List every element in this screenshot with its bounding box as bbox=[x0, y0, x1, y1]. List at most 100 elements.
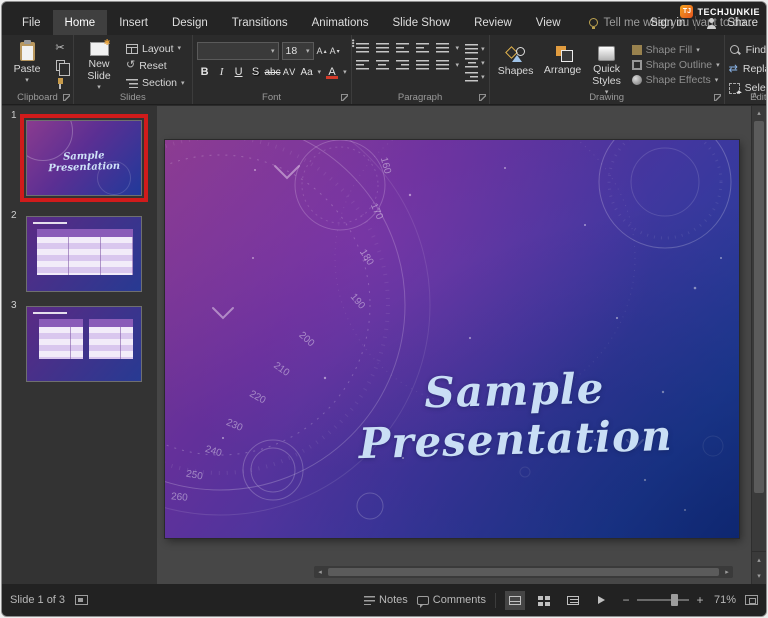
slide-thumbnail-3[interactable] bbox=[26, 306, 142, 382]
normal-view-button[interactable] bbox=[504, 590, 525, 610]
bold-button[interactable]: B bbox=[199, 64, 211, 80]
vertical-scrollbar[interactable]: ▴ ▴ ▾ bbox=[751, 106, 766, 584]
reset-button[interactable]: ↺ Reset bbox=[123, 58, 188, 73]
horizontal-scrollbar-thumb[interactable] bbox=[328, 568, 719, 576]
select-button[interactable]: Select ▾ bbox=[728, 80, 766, 96]
text-direction-button[interactable] bbox=[465, 44, 479, 54]
bullets-button[interactable] bbox=[350, 39, 369, 53]
line-spacing-button[interactable] bbox=[435, 43, 449, 53]
vertical-scrollbar-thumb[interactable] bbox=[754, 121, 764, 493]
zoom-level[interactable]: 71% bbox=[714, 594, 736, 606]
tab-file[interactable]: File bbox=[10, 10, 53, 35]
underline-button[interactable]: U bbox=[233, 64, 245, 80]
shape-fill-button[interactable]: Shape Fill ▾ bbox=[631, 44, 720, 56]
notes-button[interactable]: Notes bbox=[364, 594, 408, 606]
tab-review[interactable]: Review bbox=[462, 10, 524, 35]
new-slide-button[interactable]: New Slide ▾ bbox=[78, 38, 120, 91]
shapes-button[interactable]: Shapes bbox=[494, 40, 538, 96]
fit-to-window-icon[interactable] bbox=[745, 595, 758, 605]
next-slide-button[interactable]: ▾ bbox=[752, 568, 766, 584]
layout-icon bbox=[126, 43, 138, 55]
replace-button[interactable]: ⇄ Replace ▾ bbox=[729, 61, 766, 77]
align-center-button[interactable] bbox=[375, 60, 389, 70]
paragraph-dialog-launcher-icon[interactable] bbox=[478, 94, 486, 101]
arrange-button[interactable]: Arrange bbox=[540, 40, 586, 96]
decrease-font-size-button[interactable]: A ▾ bbox=[330, 46, 340, 56]
ribbon: Paste ▾ ✂ Clipboard New Slide ▾ bbox=[2, 35, 766, 105]
shapes-label: Shapes bbox=[497, 65, 534, 77]
align-left-button[interactable] bbox=[355, 60, 369, 70]
increase-indent-button[interactable] bbox=[415, 43, 429, 53]
tab-view[interactable]: View bbox=[524, 10, 573, 35]
thumbnail-table bbox=[37, 229, 133, 275]
display-settings-icon[interactable] bbox=[75, 595, 89, 605]
font-size-combobox[interactable]: 18 ▾ bbox=[281, 42, 314, 60]
zoom-slider[interactable] bbox=[636, 594, 689, 606]
shape-effects-button[interactable]: Shape Effects ▾ bbox=[631, 74, 720, 86]
section-button[interactable]: Section ▾ bbox=[123, 76, 188, 91]
scroll-left-icon[interactable]: ◂ bbox=[314, 568, 326, 576]
gauge-number: 260 bbox=[170, 491, 189, 504]
slide-canvas-area: 160 170 180 190 200 210 220 230 240 250 … bbox=[157, 106, 751, 584]
quick-styles-button[interactable]: Quick Styles ▾ bbox=[588, 40, 626, 96]
strikethrough-button[interactable]: abc bbox=[264, 64, 280, 80]
slide-title-text[interactable]: Sample Presentation bbox=[304, 361, 726, 470]
drawing-dialog-launcher-icon[interactable] bbox=[713, 94, 721, 101]
align-text-button[interactable] bbox=[465, 58, 479, 68]
copy-button[interactable] bbox=[51, 58, 70, 77]
slide-editor[interactable]: 160 170 180 190 200 210 220 230 240 250 … bbox=[165, 140, 739, 538]
justify-button[interactable] bbox=[415, 60, 429, 70]
zoom-out-button[interactable]: − bbox=[621, 593, 631, 607]
reading-view-button[interactable] bbox=[563, 591, 583, 610]
tab-animations[interactable]: Animations bbox=[300, 10, 381, 35]
chevron-down-icon: ▾ bbox=[181, 79, 185, 87]
tab-home[interactable]: Home bbox=[52, 10, 108, 35]
share-button[interactable]: Share bbox=[727, 17, 758, 29]
decrease-indent-button[interactable] bbox=[395, 43, 409, 53]
paste-icon bbox=[19, 40, 35, 61]
character-spacing-button[interactable]: AV bbox=[283, 64, 296, 80]
font-name-combobox[interactable]: ▾ bbox=[196, 42, 279, 60]
tab-transitions[interactable]: Transitions bbox=[220, 10, 300, 35]
numbering-button[interactable] bbox=[375, 43, 389, 53]
format-painter-icon bbox=[56, 77, 65, 89]
lightbulb-icon bbox=[588, 18, 598, 29]
comments-button[interactable]: Comments bbox=[416, 594, 486, 608]
tab-insert[interactable]: Insert bbox=[107, 10, 160, 35]
font-dialog-launcher-icon[interactable] bbox=[340, 94, 348, 101]
slide-sorter-view-button[interactable] bbox=[534, 591, 554, 610]
paste-button[interactable]: Paste ▾ bbox=[6, 38, 48, 91]
slide-decorations bbox=[165, 140, 732, 520]
horizontal-scrollbar[interactable]: ◂ ▸ bbox=[314, 566, 733, 578]
slide-thumbnail-2[interactable] bbox=[26, 216, 142, 292]
reset-label: Reset bbox=[139, 59, 167, 72]
italic-button[interactable]: I bbox=[216, 64, 228, 80]
change-case-button[interactable]: Aa bbox=[300, 64, 312, 80]
chevron-down-icon: ▾ bbox=[696, 46, 700, 54]
sign-in-button[interactable]: Sign in bbox=[650, 17, 685, 29]
slide-show-button[interactable] bbox=[592, 591, 612, 610]
shape-effects-label: Shape Effects bbox=[645, 74, 711, 86]
text-shadow-button[interactable]: S bbox=[250, 64, 262, 80]
tab-design[interactable]: Design bbox=[160, 10, 220, 35]
format-painter-button[interactable] bbox=[51, 76, 69, 91]
cut-button[interactable]: ✂ bbox=[51, 41, 69, 56]
group-drawing: Shapes Arrange Quick Styles ▾ Shape Fill… bbox=[490, 35, 725, 104]
align-right-button[interactable] bbox=[395, 60, 409, 70]
scroll-right-icon[interactable]: ▸ bbox=[721, 568, 733, 576]
convert-to-smartart-button[interactable] bbox=[465, 72, 479, 82]
clipboard-dialog-launcher-icon[interactable] bbox=[63, 94, 70, 101]
scroll-up-icon[interactable]: ▴ bbox=[752, 106, 766, 120]
zoom-slider-thumb[interactable] bbox=[671, 594, 679, 606]
previous-slide-button[interactable]: ▴ bbox=[752, 552, 766, 568]
shape-outline-button[interactable]: Shape Outline ▾ bbox=[631, 59, 720, 71]
increase-font-size-button[interactable]: A ▴ bbox=[317, 46, 327, 56]
find-button[interactable]: Find bbox=[729, 42, 766, 58]
collapse-ribbon-icon[interactable]: ∧ bbox=[751, 90, 758, 101]
tab-slide-show[interactable]: Slide Show bbox=[381, 10, 463, 35]
zoom-in-button[interactable]: + bbox=[695, 593, 705, 607]
slide-thumbnail-1[interactable]: Sample Presentation bbox=[26, 120, 142, 196]
font-color-button[interactable]: A bbox=[326, 64, 339, 80]
layout-button[interactable]: Layout ▾ bbox=[123, 41, 188, 56]
columns-button[interactable] bbox=[435, 60, 449, 70]
